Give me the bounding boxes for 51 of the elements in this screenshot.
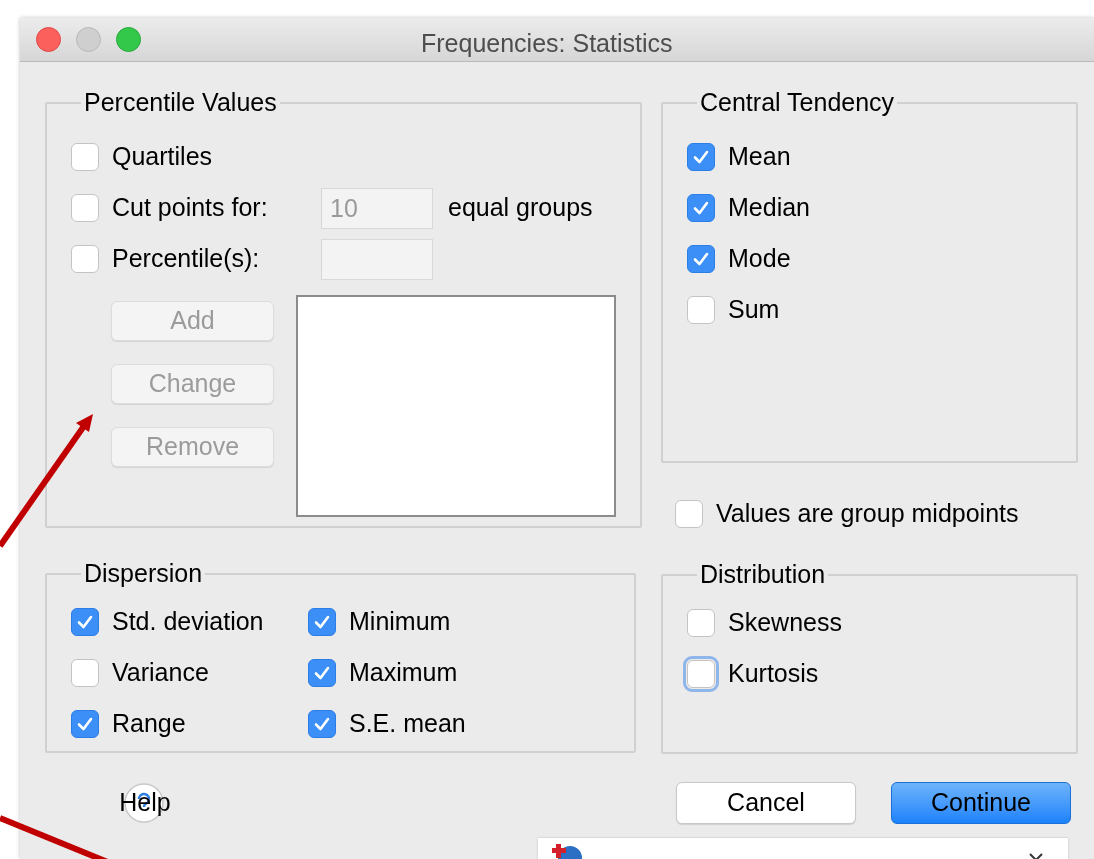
checkbox-label: Maximum: [349, 657, 458, 689]
group-title: Percentile Values: [83, 87, 278, 118]
checkbox-label: Sum: [728, 294, 780, 326]
checkbox[interactable]: [308, 608, 336, 636]
check-icon: [76, 614, 94, 630]
checkbox[interactable]: [71, 143, 99, 171]
checkbox-label: Range: [112, 708, 186, 740]
cancel-button[interactable]: Cancel: [676, 782, 856, 824]
checkbox[interactable]: [71, 659, 99, 687]
checkbox[interactable]: [308, 659, 336, 687]
checkbox-label: Mode: [728, 243, 791, 275]
group-title: Distribution: [699, 559, 827, 590]
checkbox-label: Percentile(s):: [112, 243, 261, 275]
close-button[interactable]: [36, 27, 61, 52]
zoom-button[interactable]: [116, 27, 141, 52]
checkbox[interactable]: [687, 143, 715, 171]
continue-button[interactable]: Continue: [891, 782, 1071, 824]
check-icon: [692, 149, 710, 165]
checkbox-label: Kurtosis: [728, 658, 819, 690]
checkbox[interactable]: [687, 194, 715, 222]
checkbox-label: Median: [728, 192, 810, 224]
window-title: Frequencies: Statistics: [421, 28, 673, 59]
checkbox[interactable]: [71, 608, 99, 636]
check-icon: [313, 614, 331, 630]
checkbox-label: Variance: [112, 657, 209, 689]
checkbox[interactable]: [675, 499, 703, 528]
checkbox[interactable]: [687, 609, 715, 637]
group-title: Central Tendency: [699, 87, 896, 118]
checkbox[interactable]: [308, 710, 336, 738]
checkbox-label: Values are group midpoints: [716, 497, 1019, 529]
checkbox-label: S.E. mean: [349, 708, 466, 740]
checkbox-label: Cut points for:: [112, 192, 269, 224]
checkbox[interactable]: [687, 245, 715, 273]
checkbox-label: Std. deviation: [112, 606, 264, 638]
checkbox[interactable]: [687, 296, 715, 324]
check-icon: [692, 200, 710, 216]
checkbox-label: Skewness: [728, 607, 842, 639]
help-button[interactable]: Help: [115, 782, 175, 824]
close-icon[interactable]: [1028, 852, 1044, 859]
checkbox-label: Mean: [728, 141, 791, 173]
checkbox[interactable]: [71, 710, 99, 738]
field-suffix: equal groups: [448, 192, 593, 224]
checkbox-label: Quartiles: [112, 141, 214, 173]
group-title: Dispersion: [83, 558, 204, 589]
app-icon: [550, 844, 584, 859]
check-icon: [76, 716, 94, 732]
check-icon: [313, 665, 331, 681]
check-icon: [692, 251, 710, 267]
checkbox-label: Minimum: [349, 606, 451, 638]
check-icon: [313, 716, 331, 732]
percentile-list[interactable]: [296, 294, 616, 517]
